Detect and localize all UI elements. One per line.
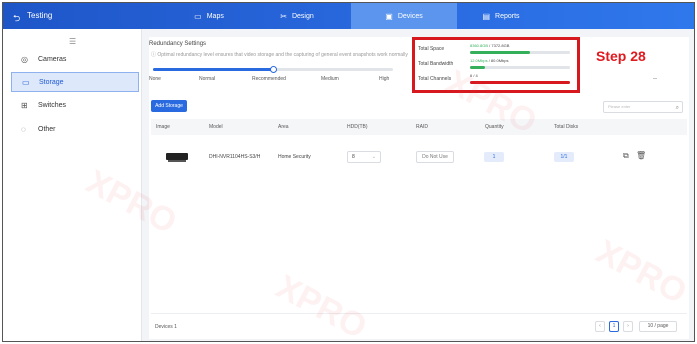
tab-reports-label: Reports — [495, 12, 520, 20]
total-channels-label: Total Channels — [418, 76, 452, 82]
level-none[interactable]: None — [149, 76, 161, 82]
sidebar-item-other[interactable]: ◌ Other — [11, 119, 139, 139]
search-placeholder: Please enter — [608, 104, 631, 109]
total-bandwidth-used: 12.0Mbps — [470, 58, 488, 63]
nvr-device-image — [166, 153, 188, 162]
hdd-select[interactable]: 8 ⌄ — [347, 151, 381, 163]
level-medium[interactable]: Medium — [321, 76, 339, 82]
chevron-down-icon: ⌄ — [371, 154, 376, 160]
total-space-label: Total Space — [418, 46, 445, 52]
level-normal[interactable]: Normal — [199, 76, 215, 82]
devices-icon: ▣ — [385, 11, 393, 21]
total-bandwidth-bar-fill — [470, 66, 485, 69]
total-channels-bar-fill — [470, 81, 570, 84]
tab-reports[interactable]: ▤ Reports — [471, 3, 531, 29]
project-title: Testing — [27, 11, 53, 20]
total-disks-badge: 1/1 — [554, 152, 574, 162]
redundancy-slider[interactable] — [153, 66, 393, 73]
sidebar-item-label: Storage — [39, 78, 64, 86]
total-space-value: 8360.8GB / 7372.8GB — [470, 43, 509, 48]
tab-maps[interactable]: ▭ Maps — [181, 3, 237, 29]
tab-design-label: Design — [291, 12, 314, 20]
tab-devices-label: Devices — [397, 12, 423, 20]
app-frame: ⮌ Testing ▭ Maps ✂ Design ▣ Devices ▤ Re… — [2, 2, 695, 342]
quantity-badge[interactable]: 1 — [484, 152, 504, 162]
redundancy-title: Redundancy Settings — [149, 41, 207, 47]
back-arrow-icon[interactable]: ⮌ — [13, 11, 20, 27]
other-icon: ◌ — [21, 124, 26, 134]
storage-icon: ▭ — [22, 77, 30, 87]
total-bandwidth-value: 12.0Mbps / 80.0Mbps — [470, 58, 509, 63]
prev-page-button[interactable]: ‹ — [595, 321, 605, 332]
design-icon: ✂ — [280, 11, 287, 21]
redundancy-slider-fill — [153, 68, 273, 71]
map-icon: ▭ — [194, 11, 202, 21]
redundancy-slider-handle[interactable] — [270, 66, 277, 73]
placeholder-dash: -- — [653, 76, 657, 82]
table-header: Image Model Area HDD(TB) RAID Quantity T… — [151, 119, 687, 135]
level-high[interactable]: High — [379, 76, 389, 82]
total-channels-value: 6 / 4 — [470, 73, 478, 78]
hdd-select-value: 8 — [352, 154, 355, 160]
page-button-current[interactable]: 1 — [609, 321, 619, 332]
sidebar: ☰ ◎ Cameras ▭ Storage ⊞ Switches ◌ Other — [3, 29, 142, 341]
tab-devices[interactable]: ▣ Devices — [351, 3, 457, 29]
next-page-button[interactable]: › — [623, 321, 633, 332]
sidebar-item-label: Other — [38, 125, 56, 133]
tab-design[interactable]: ✂ Design — [269, 3, 325, 29]
total-bandwidth-label: Total Bandwidth — [418, 61, 454, 67]
collapse-menu-icon[interactable]: ☰ — [69, 37, 76, 46]
page-size-select[interactable]: 10 / page — [639, 321, 677, 332]
sidebar-item-label: Cameras — [38, 55, 67, 63]
sidebar-item-storage[interactable]: ▭ Storage — [11, 72, 139, 92]
column-area: Area — [278, 124, 289, 130]
column-model: Model — [209, 124, 223, 130]
column-quantity: Quantity — [485, 124, 504, 130]
step-annotation: Step 28 — [596, 48, 646, 64]
level-recommended[interactable]: Recommended — [252, 76, 286, 82]
footer-divider — [151, 313, 687, 314]
total-space-total: / 7372.8GB — [489, 43, 510, 48]
sidebar-item-cameras[interactable]: ◎ Cameras — [11, 49, 139, 69]
total-space-used: 8360.8GB — [470, 43, 489, 48]
tab-maps-label: Maps — [206, 12, 224, 20]
total-channels-bar — [470, 81, 570, 84]
camera-icon: ◎ — [21, 54, 28, 64]
add-storage-button[interactable]: Add Storage — [151, 100, 187, 112]
redundancy-description-text: Optimal redundancy level ensures that vi… — [157, 52, 408, 58]
main-panel: Redundancy Settings ⓘ Optimal redundancy… — [149, 37, 689, 339]
reports-icon: ▤ — [482, 11, 491, 21]
total-bandwidth-bar — [470, 66, 570, 69]
redundancy-description: ⓘ Optimal redundancy level ensures that … — [151, 51, 411, 58]
search-icon[interactable]: ⌕ — [676, 103, 679, 113]
column-total-disks: Total Disks — [554, 124, 579, 130]
copy-icon[interactable]: ⧉ — [623, 151, 629, 161]
search-input[interactable]: Please enter ⌕ — [603, 101, 683, 113]
sidebar-item-switches[interactable]: ⊞ Switches — [11, 95, 139, 115]
total-space-bar-fill — [470, 51, 530, 54]
column-raid: RAID — [416, 124, 428, 130]
capacity-stats-box: Total Space 8360.8GB / 7372.8GB Total Ba… — [412, 37, 580, 93]
cell-model: DHI-NVR1104HS-S3/H — [209, 154, 261, 160]
column-image: Image — [156, 124, 170, 130]
devices-count: Devices 1 — [155, 324, 177, 330]
raid-select[interactable]: Do Not Use — [416, 151, 454, 163]
table-row: DHI-NVR1104HS-S3/H Home Security 8 ⌄ Do … — [151, 143, 687, 171]
total-bandwidth-total: / 80.0Mbps — [488, 58, 509, 63]
cell-area: Home Security — [278, 154, 311, 160]
top-bar: ⮌ Testing ▭ Maps ✂ Design ▣ Devices ▤ Re… — [3, 3, 694, 29]
delete-icon[interactable]: 🗑 — [636, 151, 646, 160]
total-space-bar — [470, 51, 570, 54]
column-hdd: HDD(TB) — [347, 124, 368, 130]
sidebar-item-label: Switches — [38, 101, 67, 109]
switch-icon: ⊞ — [21, 100, 28, 110]
